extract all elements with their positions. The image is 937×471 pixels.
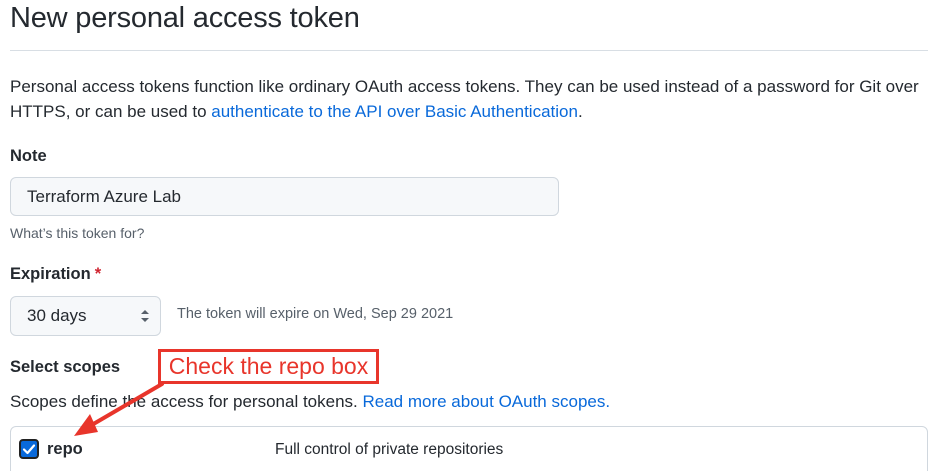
title-divider: [10, 50, 928, 51]
new-token-page: New personal access token Personal acces…: [0, 0, 937, 471]
basic-auth-link[interactable]: authenticate to the API over Basic Authe…: [211, 102, 578, 121]
intro-end: .: [577, 102, 583, 121]
note-label: Note: [10, 147, 47, 165]
scopes-description: Scopes define the access for personal to…: [10, 392, 610, 412]
page-title: New personal access token: [10, 2, 360, 34]
expiration-select[interactable]: 30 days: [10, 296, 161, 336]
intro-paragraph: Personal access tokens function like ord…: [10, 74, 928, 124]
note-hint: What’s this token for?: [10, 225, 145, 241]
expiration-label-text: Expiration: [10, 265, 91, 283]
repo-scope-description: Full control of private repositories: [275, 441, 504, 458]
scopes-desc-text: Scopes define the access for personal to…: [10, 392, 363, 411]
oauth-scopes-link[interactable]: Read more about OAuth scopes.: [362, 392, 610, 411]
note-input[interactable]: [10, 177, 559, 216]
required-mark: *: [94, 265, 102, 283]
repo-scope-label: repo: [47, 440, 83, 458]
annotation-callout: Check the repo box: [158, 349, 379, 384]
expiration-selected-value: 30 days: [27, 306, 87, 325]
scopes-label: Select scopes: [10, 358, 121, 376]
select-arrows-icon: [141, 310, 149, 322]
repo-checkbox[interactable]: [19, 439, 39, 459]
check-icon: [22, 444, 36, 455]
expiration-info: The token will expire on Wed, Sep 29 202…: [177, 306, 454, 322]
expiration-label: Expiration *: [10, 265, 101, 284]
